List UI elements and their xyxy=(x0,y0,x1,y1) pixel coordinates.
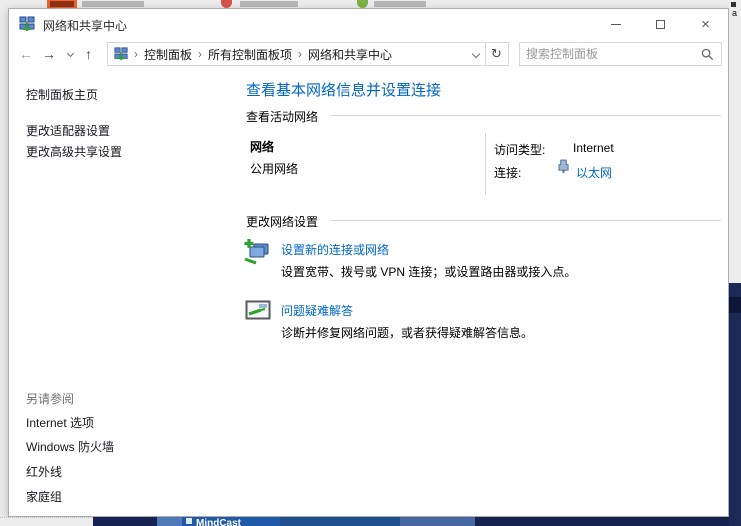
background-edge-text: a xyxy=(732,9,737,18)
section-header-active-networks: 查看活动网络 xyxy=(246,108,318,125)
navigation-toolbar: ← → ↑ › 控制面板 › 所有控制面板项 › xyxy=(9,39,728,69)
background-segment xyxy=(729,283,741,526)
connections-label: 连接: xyxy=(494,164,521,181)
minimize-icon xyxy=(611,24,621,25)
background-segment xyxy=(729,297,741,313)
background-logo-icon xyxy=(186,518,192,524)
forward-button[interactable]: → xyxy=(42,45,56,63)
access-type-value: Internet xyxy=(573,141,614,155)
back-button[interactable]: ← xyxy=(19,45,33,63)
vertical-divider xyxy=(485,133,486,195)
background-segment xyxy=(157,517,182,526)
background-segment xyxy=(400,517,475,526)
search-icon[interactable] xyxy=(701,48,714,61)
background-segment xyxy=(0,517,93,526)
network-sharing-center-window: 网络和共享中心 × ← → ↑ xyxy=(8,8,729,517)
recent-pages-dropdown-icon[interactable] xyxy=(67,50,74,57)
sidebar-item-infrared[interactable]: 红外线 xyxy=(26,463,62,480)
breadcrumb-network-sharing-center[interactable]: 网络和共享中心 xyxy=(308,46,392,63)
refresh-button[interactable]: ↻ xyxy=(485,42,509,66)
breadcrumb-separator[interactable]: › xyxy=(198,47,202,61)
background-window-text: MindCast xyxy=(196,518,241,526)
sidebar-item-advanced-sharing-settings[interactable]: 更改高级共享设置 xyxy=(26,143,122,160)
task-new-connection-link[interactable]: 设置新的连接或网络 xyxy=(281,241,389,258)
cropped-text-fragment xyxy=(240,1,298,7)
network-name: 网络 xyxy=(250,138,274,155)
background-fragment xyxy=(731,2,736,7)
section-divider xyxy=(331,115,721,116)
desktop-background: 网络和共享中心 × ← → ↑ xyxy=(0,0,741,526)
breadcrumb-all-items[interactable]: 所有控制面板项 xyxy=(208,46,292,63)
window-title: 网络和共享中心 xyxy=(43,17,127,34)
breadcrumb-control-panel[interactable]: 控制面板 xyxy=(144,46,192,63)
address-bar[interactable]: › 控制面板 › 所有控制面板项 › 网络和共享中心 xyxy=(107,42,486,66)
sidebar-item-change-adapter-settings[interactable]: 更改适配器设置 xyxy=(26,122,110,139)
green-dot-icon xyxy=(357,0,368,8)
sidebar-item-internet-options[interactable]: Internet 选项 xyxy=(26,414,94,431)
cropped-text-fragment xyxy=(82,1,144,7)
titlebar[interactable]: 网络和共享中心 × xyxy=(9,9,728,39)
background-window-bottom[interactable]: MindCast xyxy=(0,517,741,526)
close-button[interactable]: × xyxy=(683,9,728,39)
see-also-header: 另请参阅 xyxy=(26,390,74,407)
search-box xyxy=(519,42,722,66)
search-input[interactable] xyxy=(520,47,701,61)
up-button[interactable]: ↑ xyxy=(85,45,92,63)
background-segment xyxy=(280,517,400,526)
window-controls: × xyxy=(593,9,728,39)
sidebar-item-homegroup[interactable]: 家庭组 xyxy=(26,488,62,505)
access-type-label: 访问类型: xyxy=(494,141,545,158)
maximize-button[interactable] xyxy=(638,9,683,39)
close-icon: × xyxy=(701,17,710,32)
breadcrumb-separator[interactable]: › xyxy=(298,47,302,61)
background-window-title: MindCast xyxy=(182,517,280,526)
ethernet-icon[interactable] xyxy=(558,159,569,174)
minimize-button[interactable] xyxy=(593,9,638,39)
page-title: 查看基本网络信息并设置连接 xyxy=(246,79,441,100)
red-dot-icon xyxy=(221,0,232,8)
task-troubleshoot-description: 诊断并修复网络问题，或者获得疑难解答信息。 xyxy=(281,324,533,341)
cropped-text-fragment xyxy=(50,1,74,7)
breadcrumb-separator[interactable]: › xyxy=(134,47,138,61)
network-sharing-center-icon xyxy=(19,16,35,32)
network-sharing-center-icon xyxy=(114,47,128,61)
section-header-network-settings: 更改网络设置 xyxy=(246,213,318,230)
maximize-icon xyxy=(656,20,665,29)
background-window-top[interactable] xyxy=(0,0,741,8)
new-connection-icon[interactable] xyxy=(243,237,271,270)
background-segment xyxy=(475,517,741,526)
troubleshoot-icon[interactable] xyxy=(245,299,271,328)
background-segment xyxy=(93,517,157,526)
sidebar-item-control-panel-home[interactable]: 控制面板主页 xyxy=(26,86,98,103)
section-divider xyxy=(331,220,721,221)
cropped-text-fragment xyxy=(374,1,426,7)
background-window-right[interactable]: a xyxy=(729,0,741,526)
task-new-connection-description: 设置宽带、拨号或 VPN 连接；或设置路由器或接入点。 xyxy=(281,263,576,280)
sidebar-item-windows-firewall[interactable]: Windows 防火墙 xyxy=(26,438,114,455)
network-profile: 公用网络 xyxy=(250,160,298,177)
address-dropdown-icon[interactable] xyxy=(472,50,480,58)
ethernet-link[interactable]: 以太网 xyxy=(576,164,612,181)
task-troubleshoot-link[interactable]: 问题疑难解答 xyxy=(281,302,353,319)
